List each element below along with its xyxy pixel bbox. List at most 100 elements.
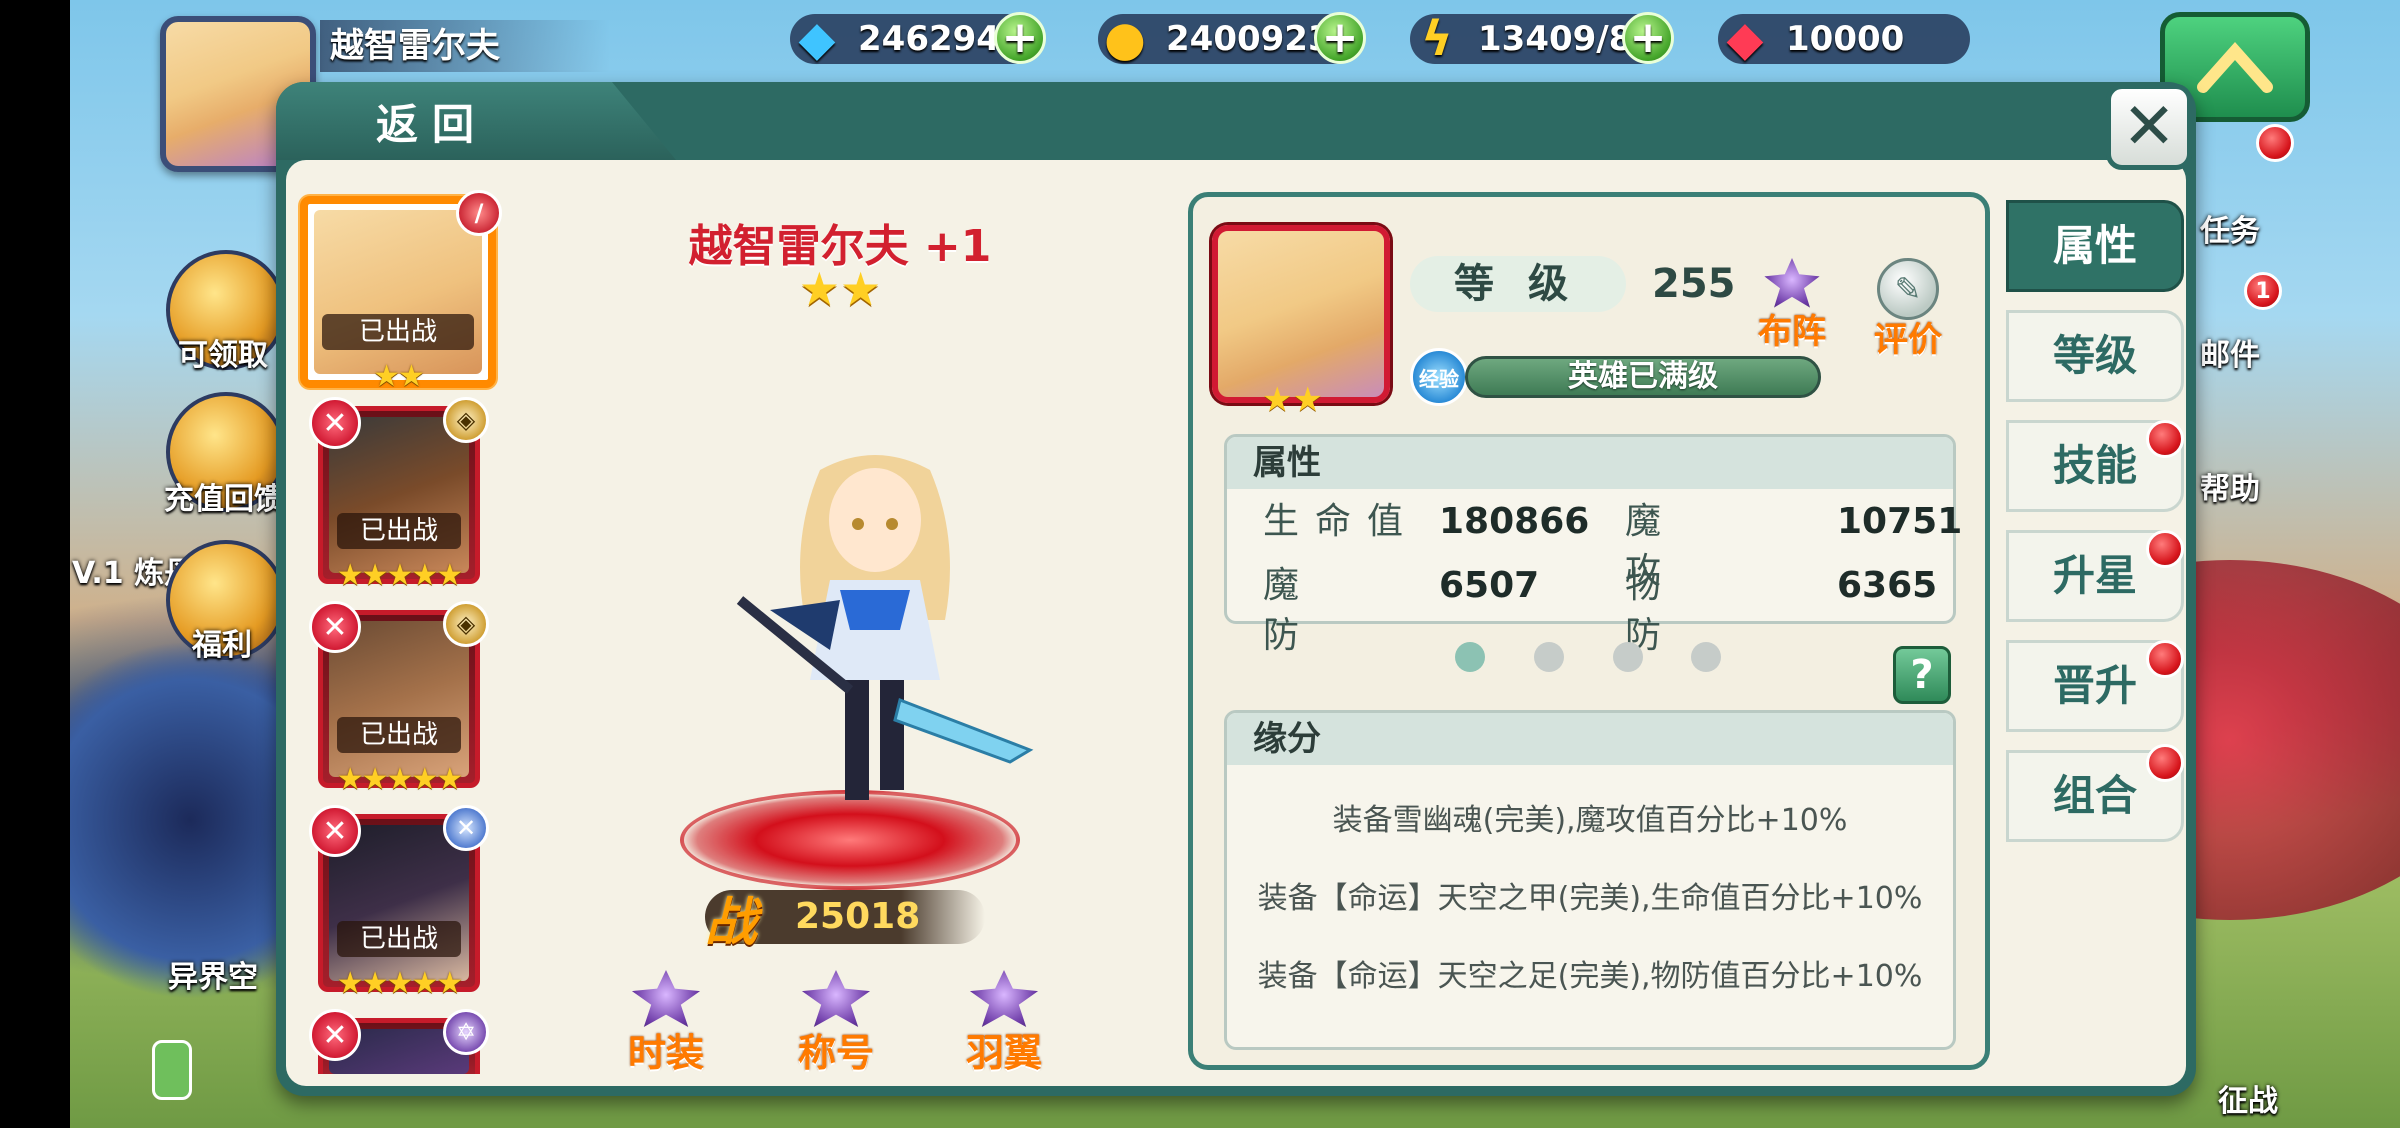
hp-label-text: 生命值	[1263, 501, 1420, 542]
quest-label[interactable]: 任务	[2200, 206, 2260, 250]
hero-status: 已出战	[337, 921, 461, 957]
exp-bar: 英雄已满级	[1465, 356, 1821, 398]
hero-list-item[interactable]: ✕ ✕ 已出战 ★★★★★	[309, 805, 489, 1001]
attributes-title: 属性	[1227, 437, 1953, 489]
hero-list-item[interactable]: ✕ ◈ 已出战 ★★★★★	[309, 397, 489, 593]
sword-icon: /	[456, 190, 502, 236]
remove-icon[interactable]: ✕	[309, 397, 361, 449]
hero-model	[736, 455, 1034, 800]
formation-label: 布阵	[1758, 312, 1826, 352]
magic-defense-label: 魔防	[1263, 565, 1388, 656]
add-energy-button[interactable]: +	[1622, 12, 1674, 64]
magic-defense-value: 6507	[1439, 565, 1540, 606]
notification-dot	[2146, 420, 2184, 458]
hero-list-item[interactable]: / 已出战 ★★	[300, 190, 502, 394]
physical-defense-value: 6365	[1837, 565, 1938, 606]
rating-button[interactable]: ✎ 评价	[1860, 258, 1956, 360]
hero-list-item[interactable]: ✕ ◈ 已出战 ★★★★★	[309, 601, 489, 797]
hp-value: 180866	[1439, 501, 1590, 542]
rating-label: 评价	[1874, 320, 1942, 360]
hero-stars: ★★★★★	[336, 762, 463, 797]
hero-status: 已出战	[322, 314, 474, 350]
bond-section: 缘分 装备雪幽魂(完美),魔攻值百分比+10% 装备【命运】天空之甲(完美),生…	[1224, 710, 1956, 1050]
hero-status: 已出战	[337, 513, 461, 549]
attributes-section: 属性 生命值 180866 魔攻 10751 魔防 6507 物防 6365	[1224, 434, 1962, 656]
attribute-row: 魔防 6507 物防 6365	[1263, 561, 1943, 656]
diamond-icon: ◆	[798, 11, 836, 67]
campaign-label[interactable]: 征战	[2218, 1076, 2278, 1120]
page-indicator-dot[interactable]	[1613, 642, 1643, 672]
energy-counter: ϟ 13409/80 +	[1410, 12, 1674, 64]
add-diamond-button[interactable]: +	[994, 12, 1046, 64]
help-button[interactable]: ?	[1893, 646, 1951, 704]
crossed-swords-icon: ✕	[443, 805, 489, 851]
hero-list-item[interactable]: ✕ ✡	[309, 1009, 489, 1074]
more-menu-button[interactable]	[152, 1040, 192, 1100]
hp-label: 生命值	[1263, 497, 1443, 547]
notification-dot	[2146, 530, 2184, 568]
diamond-value: 246294	[858, 19, 1000, 59]
combat-power-icon: 战	[705, 893, 758, 953]
bond-line: 装备【命运】天空之足(完美),物防值百分比+10%	[1257, 959, 1923, 994]
wings-label: 羽翼	[965, 1031, 1042, 1075]
page-indicator-dot[interactable]	[1455, 642, 1485, 672]
chevron-up-icon	[2197, 41, 2273, 93]
question-icon: ?	[1910, 652, 1934, 698]
gold-counter: ● 24009238 +	[1098, 12, 1366, 64]
otherworld-label: 异界空	[168, 960, 258, 995]
tab-level[interactable]: 等级	[2006, 310, 2184, 402]
ruby-value: 10000	[1786, 19, 1905, 59]
ruby-counter: ◆ 10000	[1718, 14, 1970, 64]
edit-icon: ✎	[1877, 258, 1939, 320]
notification-dot	[2146, 640, 2184, 678]
title-label: 称号	[797, 1031, 874, 1075]
page-indicator-dot[interactable]	[1534, 642, 1564, 672]
notification-dot	[2256, 124, 2294, 162]
shield-icon: ◈	[443, 601, 489, 647]
hexagram-icon: ✡	[443, 1009, 489, 1055]
hero-stars: ★★	[373, 359, 425, 394]
bond-line: 装备雪幽魂(完美),魔攻值百分比+10%	[1332, 803, 1848, 838]
magic-attack-value: 10751	[1837, 501, 1963, 542]
player-name: 越智雷尔夫	[320, 20, 610, 72]
portrait-stars: ★★	[1262, 380, 1323, 420]
remove-icon[interactable]: ✕	[309, 601, 361, 653]
energy-icon: ϟ	[1421, 11, 1453, 67]
level-value: 255	[1652, 261, 1736, 307]
remove-icon[interactable]: ✕	[309, 1009, 361, 1061]
help-label[interactable]: 帮助	[2200, 464, 2260, 508]
hero-title-stars: ★★	[798, 262, 882, 316]
attribute-row: 生命值 180866 魔攻 10751	[1263, 497, 1962, 592]
title-button[interactable]: 称号	[776, 970, 896, 1075]
close-icon: ✕	[2122, 90, 2176, 164]
hero-stars: ★★★★★	[336, 966, 463, 1001]
mail-badge: 1	[2244, 272, 2282, 310]
bond-line-partial: ▁▁▁▁▁▁▁▁▁▁▁▁▁▁▁▁▁▁	[1382, 1029, 1798, 1050]
costume-button[interactable]: 时装	[606, 970, 726, 1075]
tab-attributes[interactable]: 属性	[2006, 200, 2184, 292]
bond-line: 装备【命运】天空之甲(完美),生命值百分比+10%	[1257, 881, 1923, 916]
notification-dot	[2146, 744, 2184, 782]
page-indicator-dot[interactable]	[1691, 642, 1721, 672]
costume-label: 时装	[627, 1031, 704, 1075]
exp-icon: 经验	[1410, 348, 1468, 406]
hero-status: 已出战	[337, 717, 461, 753]
welfare-label: 福利	[192, 628, 252, 663]
wings-button[interactable]: 羽翼	[944, 970, 1064, 1075]
recharge-reward-label: 充值回馈	[164, 482, 284, 517]
remove-icon[interactable]: ✕	[309, 805, 361, 857]
bond-title: 缘分	[1227, 713, 1953, 765]
hero-portrait	[1212, 225, 1390, 403]
formation-button[interactable]: 布阵	[1744, 258, 1840, 354]
gold-coin-icon: ●	[1104, 11, 1146, 67]
add-gold-button[interactable]: +	[1314, 12, 1366, 64]
diamond-counter: ◆ 246294 +	[790, 12, 1046, 64]
back-button[interactable]: 返回	[276, 82, 676, 160]
close-button[interactable]: ✕	[2106, 84, 2192, 170]
mail-label[interactable]: 邮件	[2200, 330, 2260, 374]
shield-icon: ◈	[443, 397, 489, 443]
hero-stars: ★★★★★	[336, 558, 463, 593]
claim-reward-label: 可领取	[178, 338, 268, 373]
level-label: 等级	[1410, 256, 1626, 312]
ruby-icon: ◆	[1726, 11, 1764, 67]
